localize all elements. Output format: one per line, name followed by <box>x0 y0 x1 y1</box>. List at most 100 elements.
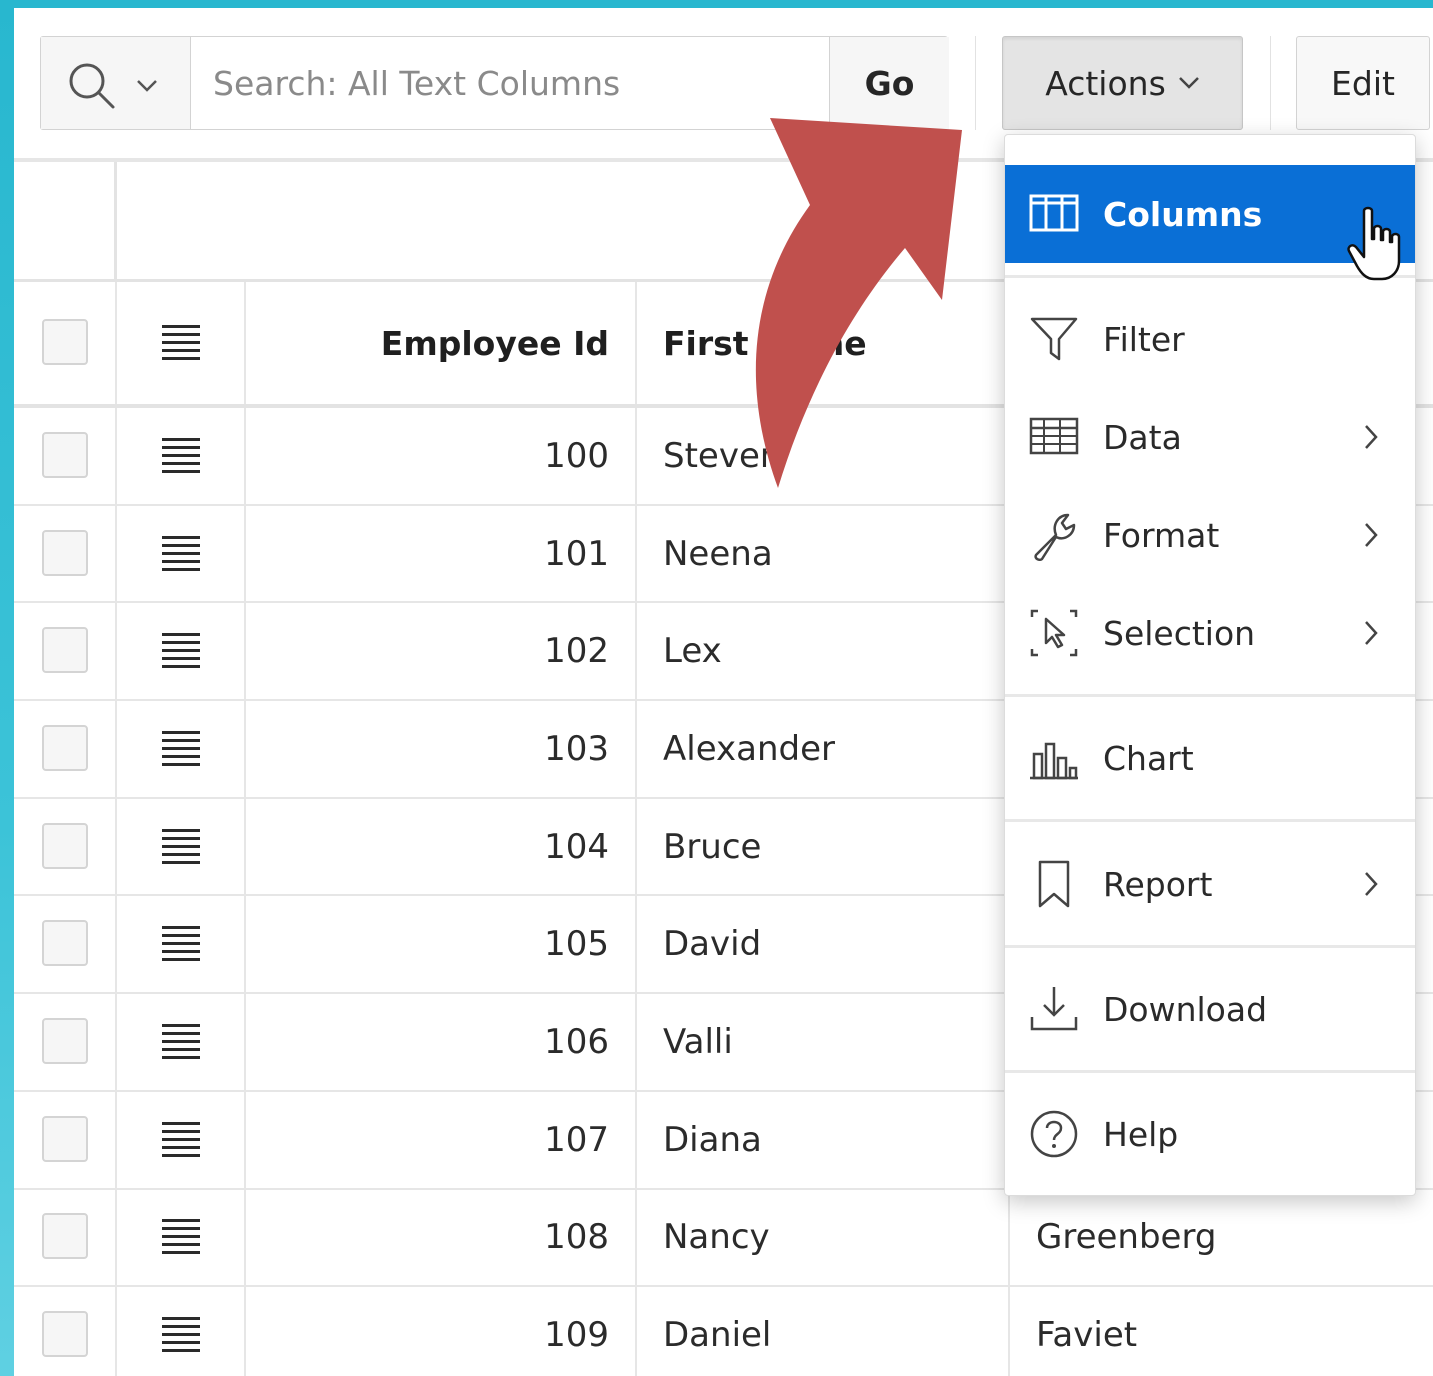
row-actions-menu-icon[interactable] <box>162 828 200 865</box>
row-select-checkbox[interactable] <box>42 529 88 576</box>
employee-id-cell[interactable]: 105 <box>246 896 637 993</box>
chevron-right-icon <box>1365 872 1378 896</box>
row-select-checkbox[interactable] <box>42 822 88 869</box>
select-all-checkbox[interactable] <box>42 319 88 365</box>
row-actions-cell <box>117 701 246 797</box>
row-select-cell <box>14 701 117 797</box>
first-name-cell[interactable]: Bruce <box>637 798 1010 895</box>
wrench-icon <box>1034 513 1076 561</box>
employee-id-cell[interactable]: 109 <box>246 1287 637 1376</box>
row-select-cell <box>14 603 117 700</box>
row-select-checkbox[interactable] <box>42 920 88 967</box>
first-name-cell[interactable]: Lex <box>637 603 1010 700</box>
row-select-cell <box>14 408 117 504</box>
last-name-value: Faviet <box>1036 1315 1138 1356</box>
selection-icon <box>1030 609 1078 657</box>
column-header-employee-id[interactable]: Employee Id <box>246 282 637 404</box>
menu-separator <box>1005 819 1415 822</box>
employee-id-cell[interactable]: 100 <box>246 408 637 504</box>
first-name-value: Neena <box>663 533 773 574</box>
row-actions-menu-icon[interactable] <box>162 535 200 572</box>
group-header-spacer <box>14 162 117 279</box>
row-actions-menu-icon[interactable] <box>162 1219 200 1255</box>
employee-id-value: 108 <box>544 1217 609 1258</box>
edit-button[interactable]: Edit <box>1296 36 1430 130</box>
employee-id-value: 106 <box>544 1021 609 1062</box>
last-name-cell[interactable]: Greenberg <box>1010 1190 1433 1286</box>
row-actions-cell <box>117 896 246 993</box>
row-actions-menu-icon[interactable] <box>162 730 200 767</box>
row-select-checkbox[interactable] <box>42 1115 88 1162</box>
employee-id-cell[interactable]: 103 <box>246 701 637 797</box>
row-actions-cell <box>117 1189 246 1286</box>
chart-icon <box>1030 742 1078 780</box>
row-actions-menu-icon[interactable] <box>162 437 200 474</box>
row-select-checkbox[interactable] <box>42 1017 88 1064</box>
actions-button[interactable]: Actions <box>1002 36 1243 130</box>
employee-id-cell[interactable]: 108 <box>246 1189 637 1286</box>
menu-item-label: Help <box>1103 1114 1179 1154</box>
first-name-cell[interactable]: Nancy <box>637 1189 1010 1286</box>
first-name-cell[interactable]: David <box>637 896 1010 993</box>
search-icon <box>69 63 115 109</box>
employee-id-value: 104 <box>544 826 609 867</box>
row-select-cell <box>14 1189 117 1286</box>
menu-item-help[interactable]: Help <box>1005 1085 1415 1183</box>
row-select-checkbox[interactable] <box>42 1213 88 1260</box>
first-name-cell[interactable]: Neena <box>637 505 1010 602</box>
menu-separator <box>1005 945 1415 948</box>
menu-item-label: Filter <box>1103 319 1185 359</box>
employee-id-cell[interactable]: 106 <box>246 994 637 1090</box>
row-actions-cell <box>117 1091 246 1188</box>
menu-item-download[interactable]: Download <box>1005 960 1415 1058</box>
row-select-cell <box>14 798 117 895</box>
chevron-down-icon <box>137 80 157 92</box>
first-name-value: Nancy <box>663 1217 770 1258</box>
menu-item-selection[interactable]: Selection <box>1005 584 1415 682</box>
employee-id-cell[interactable]: 101 <box>246 505 637 602</box>
row-actions-menu-icon[interactable] <box>162 1121 200 1158</box>
menu-item-format[interactable]: Format <box>1005 486 1415 584</box>
first-name-cell[interactable]: Diana <box>637 1091 1010 1188</box>
row-actions-menu-icon[interactable] <box>162 1317 200 1353</box>
table-row[interactable]: 109 Daniel Faviet <box>14 1287 1433 1376</box>
first-name-cell[interactable]: Daniel <box>637 1287 1010 1376</box>
search-column-toggle[interactable] <box>41 37 191 129</box>
row-select-cell <box>14 1287 117 1376</box>
row-actions-cell <box>117 408 246 504</box>
employee-id-cell[interactable]: 107 <box>246 1091 637 1188</box>
row-actions-menu-icon[interactable] <box>162 633 200 669</box>
first-name-header-label: First Name <box>663 323 867 363</box>
search-input[interactable] <box>191 37 829 129</box>
first-name-value: Valli <box>663 1021 733 1062</box>
employee-id-value: 101 <box>544 533 609 574</box>
first-name-value: Diana <box>663 1119 762 1160</box>
table-row[interactable]: 108 Nancy Greenberg <box>14 1189 1433 1288</box>
menu-item-report[interactable]: Report <box>1005 835 1415 933</box>
employee-id-cell[interactable]: 102 <box>246 603 637 700</box>
hand-cursor-icon <box>1347 206 1401 281</box>
first-name-value: David <box>663 924 762 965</box>
employee-id-value: 102 <box>544 631 609 672</box>
bookmark-icon <box>1038 860 1070 908</box>
first-name-cell[interactable]: Steven <box>637 408 1010 504</box>
first-name-cell[interactable]: Alexander <box>637 701 1010 797</box>
column-header-first-name[interactable]: First Name <box>637 282 1010 404</box>
row-select-checkbox[interactable] <box>42 627 88 674</box>
menu-item-label: Chart <box>1103 738 1194 778</box>
row-actions-menu-icon[interactable] <box>162 325 200 361</box>
menu-item-filter[interactable]: Filter <box>1005 290 1415 388</box>
row-select-checkbox[interactable] <box>42 724 88 771</box>
row-select-checkbox[interactable] <box>42 1311 88 1358</box>
toolbar-divider <box>975 36 976 130</box>
row-select-checkbox[interactable] <box>42 431 88 478</box>
go-button[interactable]: Go <box>829 37 949 129</box>
row-actions-menu-icon[interactable] <box>162 1023 200 1060</box>
menu-item-chart[interactable]: Chart <box>1005 709 1415 807</box>
first-name-cell[interactable]: Valli <box>637 994 1010 1090</box>
menu-item-label: Data <box>1103 417 1182 457</box>
last-name-cell[interactable]: Faviet <box>1010 1287 1433 1376</box>
employee-id-cell[interactable]: 104 <box>246 798 637 895</box>
row-actions-menu-icon[interactable] <box>162 926 200 962</box>
menu-item-data[interactable]: Data <box>1005 388 1415 486</box>
